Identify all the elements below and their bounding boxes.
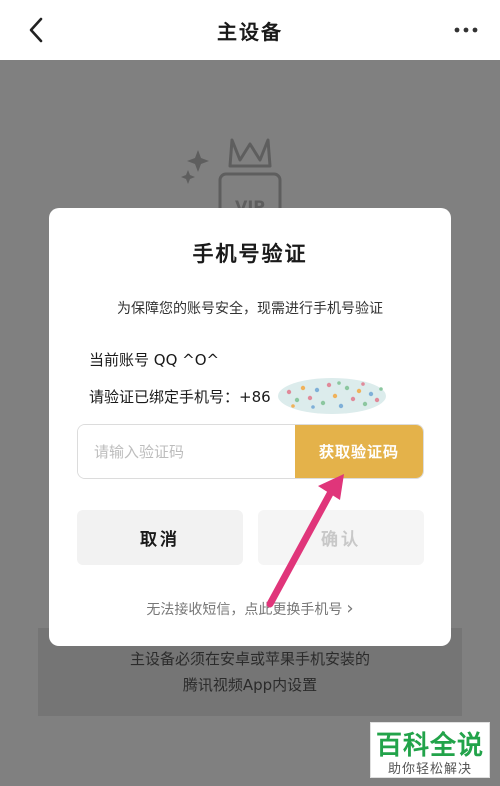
verification-code-input[interactable]	[78, 425, 295, 478]
phone-number-mosaic	[277, 378, 386, 414]
background-note-line: 腾讯视频App内设置	[182, 676, 318, 694]
dialog-description: 为保障您的账号安全，现需进行手机号验证	[117, 301, 383, 317]
background-note-line: 主设备必须在安卓或苹果手机安装的	[129, 650, 370, 668]
change-phone-link-text: 无法接收短信，点此更换手机号	[146, 601, 343, 618]
page-title: 主设备	[217, 19, 283, 44]
cancel-button[interactable]: 取消	[77, 510, 243, 565]
dialog-actions: 取消 确认	[77, 510, 424, 565]
get-code-button[interactable]: 获取验证码	[295, 425, 423, 478]
phone-verification-dialog: 手机号验证 为保障您的账号安全，现需进行手机号验证 当前账号 QQ ^O^ 请验…	[49, 208, 451, 646]
chevron-right-icon: ›	[346, 598, 354, 619]
watermark-subtitle: 助你轻松解决	[387, 762, 472, 777]
current-account-label: 当前账号 QQ ^O^	[89, 351, 220, 369]
back-button[interactable]	[18, 10, 54, 50]
bound-phone-label: 请验证已绑定手机号：+86	[89, 387, 271, 406]
dialog-title: 手机号验证	[192, 242, 308, 266]
confirm-button[interactable]: 确认	[258, 510, 424, 565]
bound-phone-line: 请验证已绑定手机号：+86	[89, 376, 387, 416]
watermark-logo: 百科全说 助你轻松解决	[370, 722, 490, 778]
verification-code-row: 获取验证码	[77, 424, 424, 479]
change-phone-link[interactable]: 无法接收短信，点此更换手机号 ›	[49, 598, 451, 619]
more-button[interactable]	[446, 10, 486, 50]
more-dots-icon	[454, 27, 478, 33]
top-bar: 主设备	[0, 0, 500, 60]
chevron-left-icon	[29, 17, 43, 43]
watermark-title: 百科全说	[375, 731, 484, 761]
